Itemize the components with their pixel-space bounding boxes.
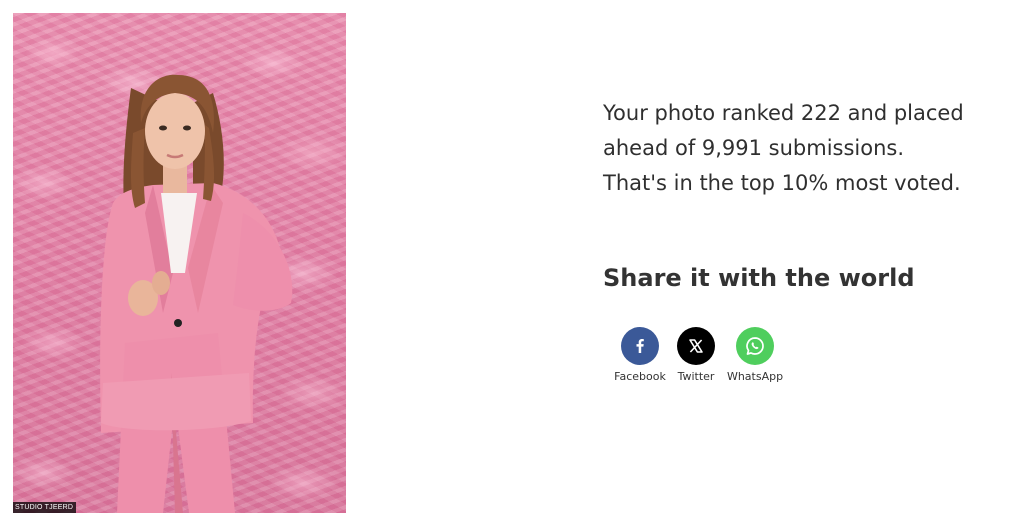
- ranking-line-1: Your photo ranked 222 and placed: [603, 101, 964, 125]
- ranking-line-2: ahead of 9,991 submissions.: [603, 136, 905, 160]
- whatsapp-label: WhatsApp: [726, 370, 784, 383]
- share-buttons: Facebook Twitter WhatsApp: [610, 327, 785, 383]
- photo-illustration: [100, 74, 293, 513]
- ranking-summary: Your photo ranked 222 and placed ahead o…: [603, 96, 1013, 201]
- facebook-share-button[interactable]: Facebook: [610, 327, 670, 383]
- whatsapp-icon[interactable]: [736, 327, 774, 365]
- whatsapp-share-button[interactable]: WhatsApp: [725, 327, 785, 383]
- twitter-share-button[interactable]: Twitter: [667, 327, 725, 383]
- share-title: Share it with the world: [603, 264, 915, 292]
- x-icon[interactable]: [677, 327, 715, 365]
- facebook-label: Facebook: [614, 370, 666, 383]
- submitted-photo: STUDIO TJEERD: [13, 13, 346, 513]
- facebook-icon[interactable]: [621, 327, 659, 365]
- photo-credit: STUDIO TJEERD: [13, 502, 77, 513]
- twitter-label: Twitter: [677, 370, 715, 383]
- results-page: STUDIO TJEERD Your photo ranked 222 and …: [0, 0, 1024, 524]
- ranking-line-3: That's in the top 10% most voted.: [603, 171, 961, 195]
